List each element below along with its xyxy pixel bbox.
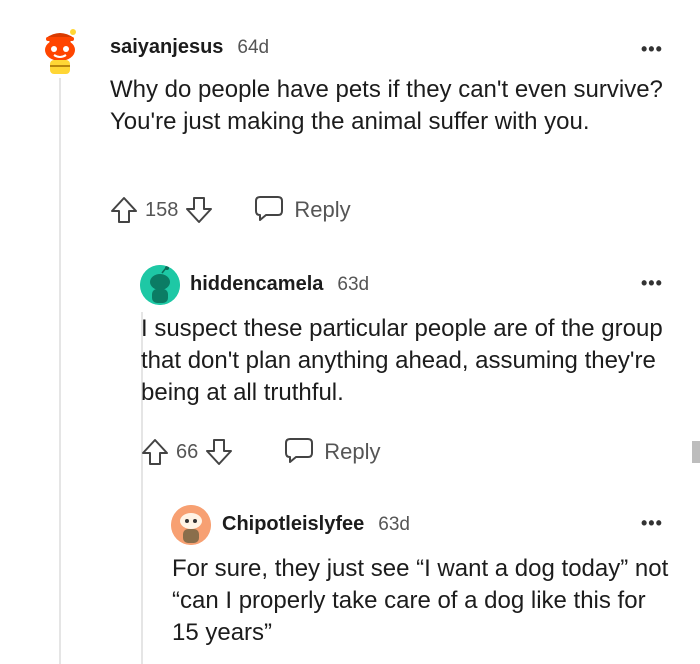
speech-bubble-icon	[284, 436, 314, 469]
upvote-arrow-icon[interactable]	[140, 437, 170, 467]
comment-age: 63d	[337, 274, 370, 295]
comment-body: For sure, they just see “I want a dog to…	[172, 555, 669, 646]
avatar[interactable]	[40, 28, 80, 76]
snoo-avatar-icon	[140, 265, 180, 305]
thread-line-level-1[interactable]	[59, 78, 61, 664]
more-options-icon[interactable]: •••	[641, 514, 663, 532]
snoo-avatar-icon	[171, 505, 211, 545]
vote-score: 158	[145, 198, 179, 221]
speech-bubble-icon	[254, 194, 284, 227]
more-options-icon[interactable]: •••	[641, 40, 663, 58]
comment-body: Why do people have pets if they can't ev…	[110, 76, 663, 135]
comment-actions: 158 Reply	[109, 194, 351, 226]
comment-age: 64d	[237, 37, 270, 58]
username[interactable]: hiddencamela	[190, 273, 323, 296]
downvote-arrow-icon[interactable]	[184, 195, 214, 225]
username[interactable]: saiyanjesus	[110, 36, 223, 59]
upvote-arrow-icon[interactable]	[109, 195, 139, 225]
snoo-avatar-icon	[45, 29, 76, 74]
reply-button[interactable]: Reply	[254, 194, 351, 227]
reply-button[interactable]: Reply	[284, 436, 381, 469]
avatar[interactable]	[140, 265, 180, 305]
comment-age: 63d	[378, 514, 410, 535]
vote-controls: 158	[109, 195, 214, 225]
more-options-icon[interactable]: •••	[641, 274, 663, 292]
username[interactable]: Chipotleislyfee	[222, 513, 364, 536]
avatar[interactable]	[171, 505, 211, 545]
reply-label: Reply	[324, 439, 381, 464]
downvote-arrow-icon[interactable]	[204, 437, 234, 467]
comment-body: I suspect these particular people are of…	[141, 315, 663, 406]
comment-actions: 66 Reply	[140, 436, 381, 468]
vote-score: 66	[176, 440, 199, 463]
scrollbar-thumb[interactable]	[692, 441, 700, 463]
vote-controls: 66	[140, 437, 234, 467]
reply-label: Reply	[294, 197, 351, 222]
